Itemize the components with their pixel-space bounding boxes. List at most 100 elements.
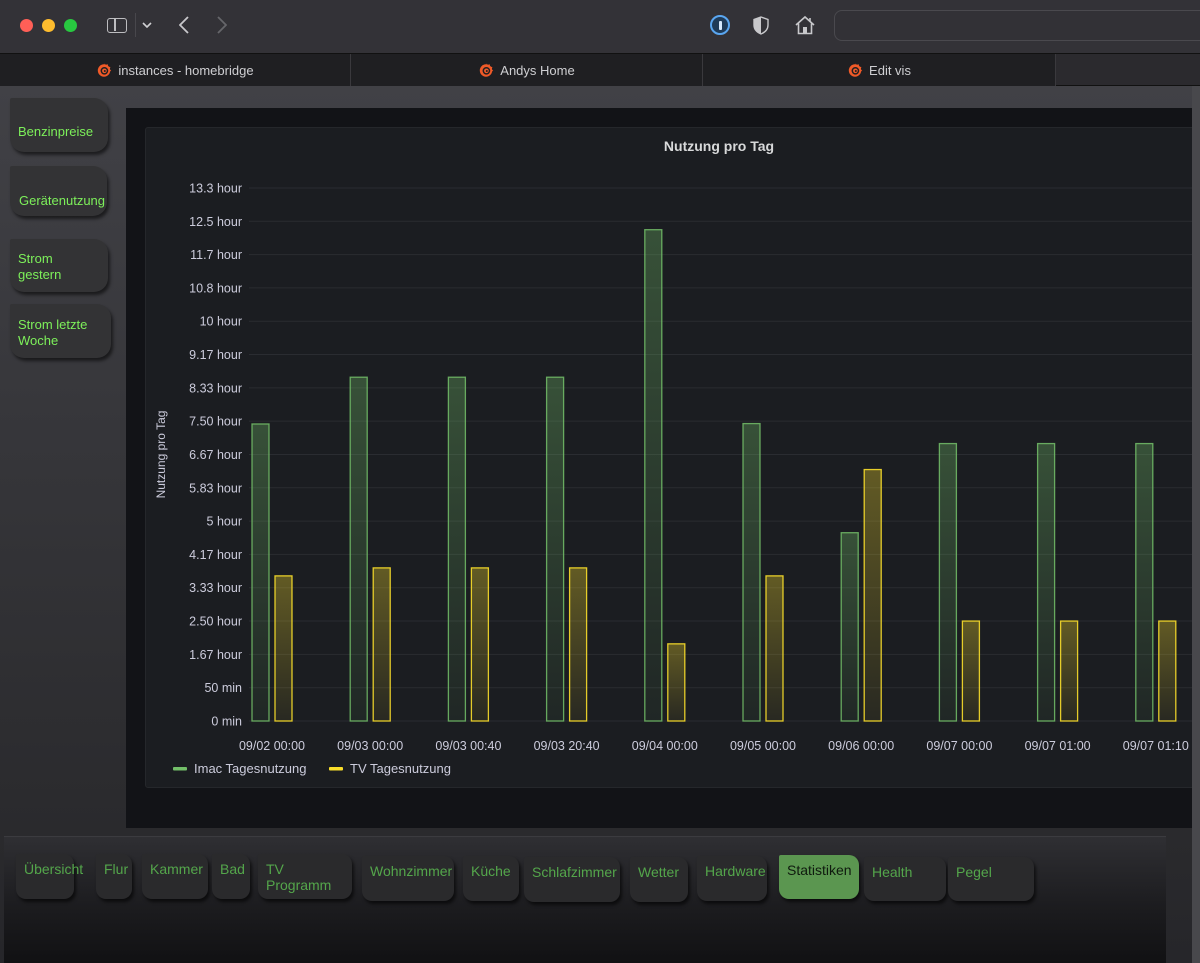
x-tick-label: 09/02 00:00 xyxy=(239,739,305,753)
y-tick-label: 7.50 hour xyxy=(189,415,242,429)
y-tick-label: 2.50 hour xyxy=(189,615,242,629)
sidebar-toggle-icon[interactable] xyxy=(106,12,128,38)
y-tick-label: 3.33 hour xyxy=(189,581,242,595)
room-tab-bad[interactable]: Bad xyxy=(212,854,250,899)
y-tick-label: 6.67 hour xyxy=(189,448,242,462)
y-tick-label: 1.67 hour xyxy=(189,648,242,662)
bar-tv xyxy=(667,643,686,722)
y-tick-label: 10.8 hour xyxy=(189,281,242,295)
home-icon[interactable] xyxy=(792,12,818,38)
browser-titlebar xyxy=(0,0,1200,53)
tab-label: instances - homebridge xyxy=(118,62,254,78)
legend-swatch-tv xyxy=(329,767,343,771)
room-tab-label: Küche xyxy=(471,863,511,879)
shield-icon[interactable] xyxy=(750,12,772,38)
usage-bar-chart: Nutzung pro Tag 0 min 50 min 1.67 hour 2.50 … xyxy=(154,138,1196,776)
sidebar-item-strom-gestern[interactable]: Strom gestern xyxy=(10,239,108,292)
bar-imac xyxy=(938,442,958,722)
room-tab-label: Schlafzimmer xyxy=(532,864,617,880)
grafana-icon xyxy=(96,62,112,78)
bar-imac xyxy=(644,229,663,722)
y-tick-label: 10 hour xyxy=(200,315,242,329)
x-tick-label: 09/03 00:40 xyxy=(435,739,501,753)
browser-tab-homebridge[interactable]: instances - homebridge xyxy=(0,54,351,86)
bar-imac xyxy=(349,376,368,722)
bar-imac xyxy=(1135,442,1154,722)
room-tab-küche[interactable]: Küche xyxy=(463,856,519,901)
y-tick-label: 9.17 hour xyxy=(189,348,242,362)
grafana-icon xyxy=(847,62,863,78)
x-tick-label: 09/07 01:00 xyxy=(1025,739,1091,753)
room-tab-label: Flur xyxy=(104,861,129,877)
room-tab-pegel[interactable]: Pegel xyxy=(948,857,1034,901)
y-tick-label: 11.7 hour xyxy=(190,248,242,262)
browser-tab-edit-vis[interactable]: Edit vis xyxy=(703,54,1056,86)
room-tab-label: Hardware xyxy=(705,863,766,879)
room-tab-tv-programm[interactable]: TV Programm xyxy=(258,854,352,899)
bar-tv xyxy=(372,567,391,722)
x-tick-label: 09/06 00:00 xyxy=(828,739,894,753)
bar-imac xyxy=(545,376,565,722)
legend-label[interactable]: TV Tagesnutzung xyxy=(350,761,451,776)
browser-tab-andys-home[interactable]: Andys Home xyxy=(351,54,703,86)
room-tab-label: Wohnzimmer xyxy=(370,863,453,879)
room-tab-wetter[interactable]: Wetter xyxy=(630,857,688,902)
room-tab-kammer[interactable]: Kammer xyxy=(142,854,208,899)
bar-imac xyxy=(1036,442,1056,722)
room-tab-hardware[interactable]: Hardware xyxy=(697,856,767,901)
room-tab-label: Wetter xyxy=(638,864,679,880)
browser-tab-bar: instances - homebridge Andys Home Edit v… xyxy=(0,53,1200,86)
sidebar-item-geraetenutzung[interactable]: Gerätenutzung xyxy=(10,166,107,216)
bar-imac xyxy=(251,423,270,722)
room-tab-label: Pegel xyxy=(956,864,992,880)
onepassword-icon[interactable] xyxy=(708,12,732,38)
room-nav-bar: Übersicht Flur Kammer Bad TV Programm Wohnzim… xyxy=(4,836,1166,963)
back-arrow-icon[interactable] xyxy=(174,12,194,38)
room-tab-wohnzimmer[interactable]: Wohnzimmer xyxy=(362,856,454,901)
toolbar-divider xyxy=(135,13,136,37)
y-tick-label: 8.33 hour xyxy=(189,381,242,395)
room-tab-label: TV Programm xyxy=(266,861,332,893)
bar-tv xyxy=(568,567,588,722)
sidebar-item-label: Strom letzte Woche xyxy=(18,317,88,348)
x-tick-label: 09/07 00:00 xyxy=(926,739,992,753)
room-tab-schlafzimmer[interactable]: Schlafzimmer xyxy=(524,857,620,902)
room-tab-statistiken[interactable]: Statistiken xyxy=(779,855,859,899)
x-tick-label: 09/03 00:00 xyxy=(337,739,403,753)
bar-tv xyxy=(1158,620,1177,722)
bar-tv xyxy=(765,575,784,722)
sidebar-item-strom-letzte-woche[interactable]: Strom letzte Woche xyxy=(10,304,111,358)
bar-tv xyxy=(961,620,981,722)
room-tab-flur[interactable]: Flur xyxy=(96,854,132,899)
y-tick-label: 0 min xyxy=(211,715,242,729)
close-window-button[interactable] xyxy=(20,19,33,32)
y-tick-label: 13.3 hour xyxy=(189,181,242,195)
room-tab-übersicht[interactable]: Übersicht xyxy=(16,854,83,899)
x-tick-label: 09/07 01:10 xyxy=(1123,739,1189,753)
tab-label: Andys Home xyxy=(500,62,575,78)
bar-imac xyxy=(840,532,859,722)
address-bar[interactable] xyxy=(834,10,1200,41)
chevron-down-icon[interactable] xyxy=(140,12,154,38)
y-tick-label: 5 hour xyxy=(207,515,242,529)
x-tick-label: 09/03 20:40 xyxy=(534,739,600,753)
zoom-window-button[interactable] xyxy=(64,19,77,32)
legend-label[interactable]: Imac Tagesnutzung xyxy=(194,761,307,776)
forward-arrow-icon[interactable] xyxy=(212,12,232,38)
y-tick-label: 50 min xyxy=(204,681,242,695)
room-tab-label: Bad xyxy=(220,861,245,877)
sidebar-item-label: Gerätenutzung xyxy=(19,193,106,208)
window-edge xyxy=(1192,86,1200,963)
sidebar-item-label: Benzinpreise xyxy=(18,124,94,139)
bar-tv xyxy=(1059,620,1079,722)
x-tick-label: 09/04 00:00 xyxy=(632,739,698,753)
y-axis-label: Nutzung pro Tag xyxy=(154,411,168,499)
tab-label: Edit vis xyxy=(869,62,911,78)
minimize-window-button[interactable] xyxy=(42,19,55,32)
bar-tv xyxy=(863,468,882,722)
sidebar-item-label: Strom gestern xyxy=(18,251,62,282)
room-tab-health[interactable]: Health xyxy=(864,857,946,901)
legend-swatch-imac xyxy=(173,767,187,771)
room-tab-label: Kammer xyxy=(150,861,203,877)
sidebar-item-benzinpreise[interactable]: Benzinpreise xyxy=(10,98,108,152)
